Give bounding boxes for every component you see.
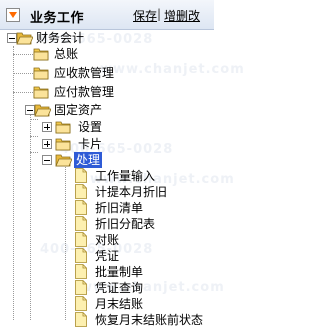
tree-leaf-label: 批量制单 [95, 265, 144, 279]
tree-leaf-workload-input[interactable]: 工作量输入 [0, 168, 214, 184]
tree-node-payables[interactable]: 应付款管理 [0, 84, 214, 100]
tree-leaf-label: 凭证 [95, 249, 120, 263]
document-icon [75, 248, 87, 263]
tree-leaf-label: 凭证查询 [95, 281, 144, 295]
tree-node-label: 总账 [54, 47, 79, 61]
tree-leaf-label: 工作量输入 [95, 169, 156, 183]
add-delete-link[interactable]: 增删改 [164, 7, 200, 24]
folder-icon [33, 67, 49, 80]
navigation-tree: 400-665-0028 www.chanjet.com 400-665-002… [0, 30, 244, 327]
folder-open-icon [16, 32, 33, 45]
tree-node-receivables[interactable]: 应收款管理 [0, 65, 214, 81]
tree-leaf-batch-voucher[interactable]: 批量制单 [0, 264, 214, 280]
tree-node-label: 设置 [78, 120, 103, 134]
document-icon [75, 296, 87, 311]
document-icon [75, 200, 87, 215]
panel-header: 业务工作 保存 | 增删改 [0, 0, 214, 30]
tree-node-label: 卡片 [78, 137, 103, 151]
tree-leaf-depreciation-list[interactable]: 折旧清单 [0, 200, 214, 216]
folder-icon [33, 48, 49, 61]
document-icon [75, 280, 87, 295]
collapse-icon[interactable] [6, 8, 20, 22]
tree-leaf-label: 计提本月折旧 [95, 185, 168, 199]
tree-leaf-month-end-close[interactable]: 月末结账 [0, 296, 214, 312]
tree-leaf-depreciation-allocation[interactable]: 折旧分配表 [0, 216, 214, 232]
document-icon [75, 216, 87, 231]
tree-leaf-label: 对账 [95, 233, 120, 247]
tree-node-general-ledger[interactable]: 总账 [0, 46, 214, 62]
tree-leaf-voucher-query[interactable]: 凭证查询 [0, 280, 214, 296]
header-separator: | [157, 7, 162, 21]
tree-node-label: 应付款管理 [54, 85, 115, 99]
tree-leaf-depreciation[interactable]: 计提本月折旧 [0, 184, 214, 200]
tree-node-label-selected: 处理 [74, 152, 103, 168]
document-icon [75, 312, 87, 327]
tree-node-processing[interactable]: 处理 [0, 152, 214, 168]
expand-toggle[interactable] [42, 122, 52, 132]
folder-open-icon [34, 104, 51, 117]
tree-node-cards[interactable]: 卡片 [0, 136, 214, 152]
tree-leaf-label: 恢复月末结账前状态 [95, 313, 204, 327]
tree-leaf-label: 折旧清单 [95, 201, 144, 215]
tree-leaf-label: 折旧分配表 [95, 217, 156, 231]
tree-node-root[interactable]: 财务会计 [0, 30, 214, 46]
document-icon [75, 168, 87, 183]
folder-icon [55, 138, 71, 151]
tree-leaf-reconciliation[interactable]: 对账 [0, 232, 214, 248]
save-link[interactable]: 保存 [133, 7, 157, 24]
document-icon [75, 232, 87, 247]
tree-node-label: 应收款管理 [54, 66, 115, 80]
panel-title: 业务工作 [30, 11, 85, 26]
folder-icon [55, 121, 71, 134]
folder-open-icon [55, 154, 72, 167]
document-icon [75, 184, 87, 199]
tree-leaf-voucher[interactable]: 凭证 [0, 248, 214, 264]
tree-node-fixed-assets[interactable]: 固定资产 [0, 102, 214, 118]
expand-toggle[interactable] [42, 139, 52, 149]
tree-leaf-label: 月末结账 [95, 297, 144, 311]
document-icon [75, 264, 87, 279]
tree-leaf-restore-pre-close[interactable]: 恢复月末结账前状态 [0, 312, 214, 328]
tree-node-label: 财务会计 [36, 31, 85, 45]
folder-icon [33, 86, 49, 99]
tree-node-label: 固定资产 [54, 103, 103, 117]
collapse-toggle[interactable] [42, 155, 52, 165]
tree-node-settings[interactable]: 设置 [0, 119, 214, 135]
